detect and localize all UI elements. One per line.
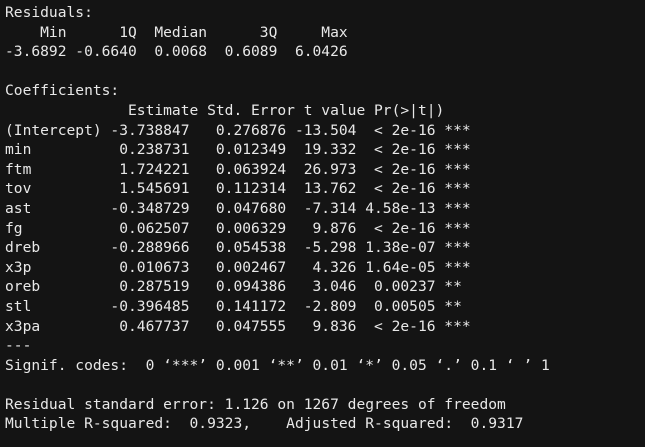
signif-codes: Signif. codes: 0 ‘***’ 0.001 ‘**’ 0.01 ‘… (5, 356, 550, 374)
coef-row-ftm: ftm 1.724221 0.063924 26.973 < 2e-16 *** (5, 160, 471, 178)
residuals-title: Residuals: (5, 4, 93, 21)
coef-row-intercept: (Intercept) -3.738847 0.276876 -13.504 <… (5, 121, 471, 139)
residual-standard-error: Residual standard error: 1.126 on 1267 d… (5, 395, 506, 413)
coef-row-x3p: x3p 0.010673 0.002467 4.326 1.64e-05 *** (5, 258, 471, 276)
coef-row-x3pa: x3pa 0.467737 0.047555 9.836 < 2e-16 *** (5, 317, 471, 335)
coef-row-stl: stl -0.396485 0.141172 -2.809 0.00505 ** (5, 297, 471, 315)
coef-row-dreb: dreb -0.288966 0.054538 -5.298 1.38e-07 … (5, 239, 471, 257)
coef-row-fg: fg 0.062507 0.006329 9.876 < 2e-16 *** (5, 219, 471, 237)
coefficients-title: Coefficients: (5, 82, 120, 100)
residuals-values: -3.6892 -0.6640 0.0068 0.6089 6.0426 (5, 43, 357, 61)
residuals-header: Min 1Q Median 3Q Max (5, 23, 357, 41)
r-console-output: Residuals: Min 1Q Median 3Q Max -3.6892 … (5, 3, 645, 434)
coef-row-ast: ast -0.348729 0.047680 -7.314 4.58e-13 *… (5, 199, 471, 217)
coef-row-tov: tov 1.545691 0.112314 13.762 < 2e-16 *** (5, 180, 471, 198)
separator-line: --- (5, 337, 32, 355)
coefficients-header: Estimate Std. Error t value Pr(>|t|) (5, 101, 480, 119)
coef-row-min: min 0.238731 0.012349 19.332 < 2e-16 *** (5, 141, 471, 159)
coef-row-oreb: oreb 0.287519 0.094386 3.046 0.00237 ** (5, 278, 471, 296)
r-squared-line: Multiple R-squared: 0.9323, Adjusted R-s… (5, 415, 533, 433)
